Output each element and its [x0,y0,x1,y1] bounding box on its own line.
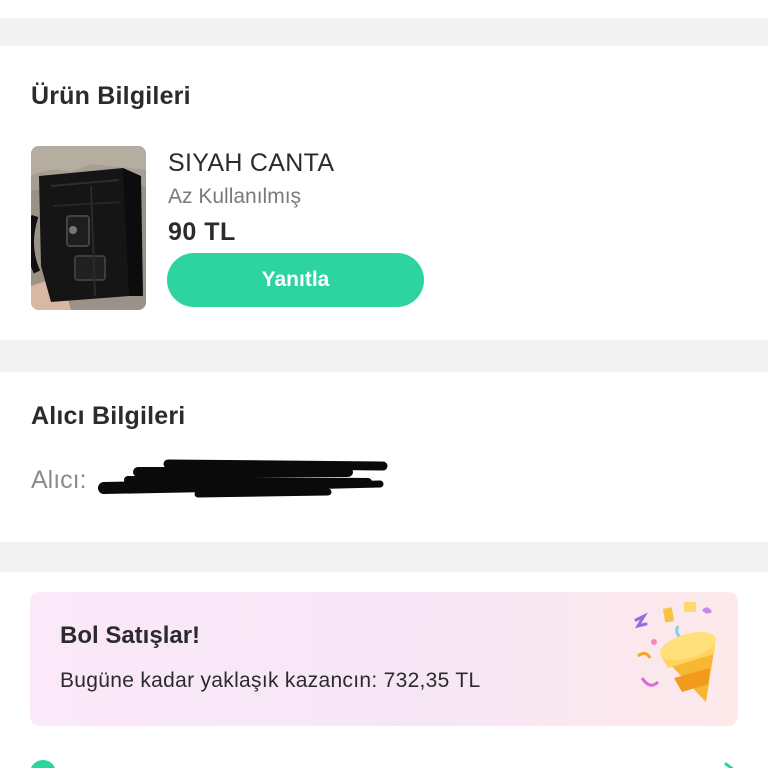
info-icon [30,760,56,768]
partial-next-row [30,756,740,768]
product-price: 90 TL [168,218,236,246]
product-section-title: Ürün Bilgileri [31,82,191,110]
chevron-right-icon[interactable] [720,760,740,768]
earnings-title: Bol Satışlar! [60,622,201,649]
product-condition: Az Kullanılmış [168,185,302,208]
top-card-edge [0,0,768,18]
party-popper-icon [634,602,717,702]
earnings-text: Bugüne kadar yaklaşık kazancın: 732,35 T… [60,669,481,692]
reply-button[interactable]: Yanıtla [167,253,424,307]
redacted-buyer-name [98,459,388,498]
buyer-info-card: Alıcı Bilgileri Alıcı: [0,372,768,542]
buyer-label: Alıcı: [31,466,87,494]
earnings-card-wrapper: Bol Satışlar! Bugüne kadar yaklaşık kaza… [0,572,768,768]
order-detail-screen: Ürün Bilgileri SIYAH CANTA Az Kullanılmı… [0,0,768,768]
product-info-card: Ürün Bilgileri SIYAH CANTA Az Kullanılmı… [0,46,768,340]
earnings-banner: Bol Satışlar! Bugüne kadar yaklaşık kaza… [30,592,738,726]
product-image[interactable] [31,146,146,310]
product-name: SIYAH CANTA [168,149,335,177]
buyer-section-title: Alıcı Bilgileri [31,402,186,430]
